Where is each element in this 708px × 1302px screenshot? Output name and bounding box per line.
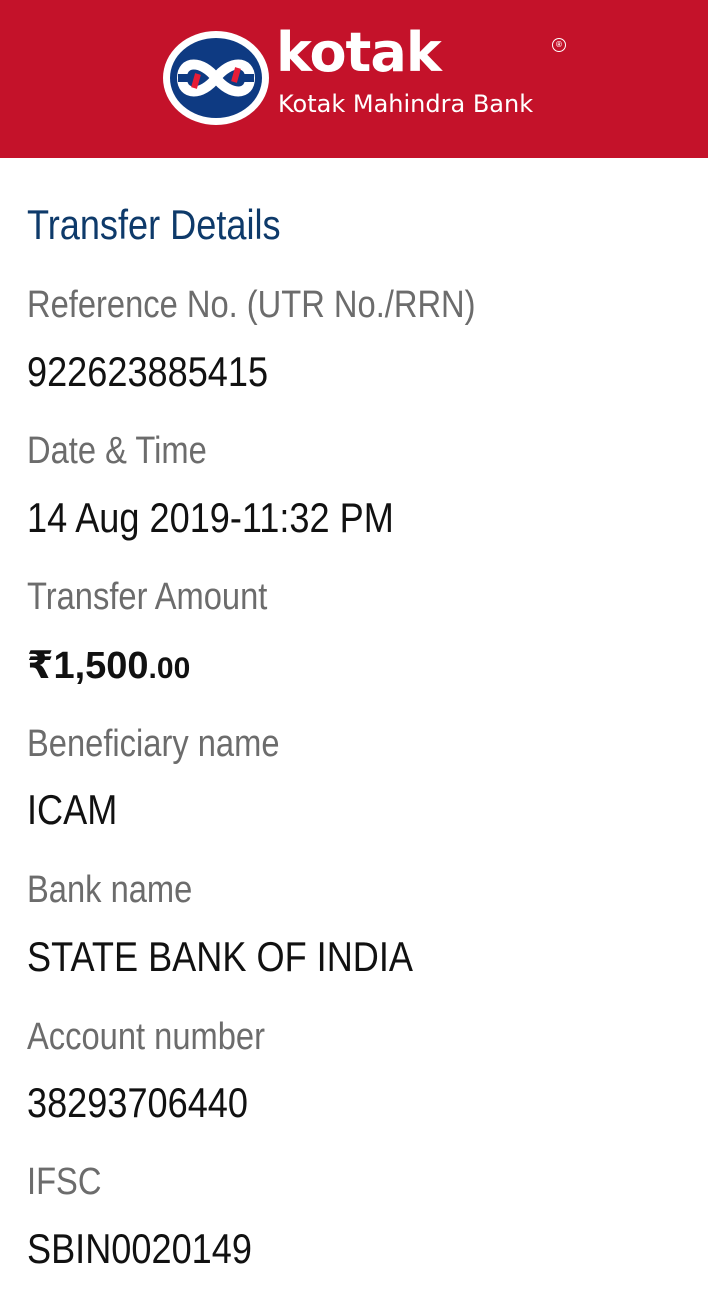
currency-symbol: ₹: [27, 645, 54, 687]
amount-main: 1,500: [53, 645, 149, 687]
logo-wordmark: kotak ® Kotak Mahindra Bank: [276, 26, 566, 126]
registered-mark: ®: [552, 38, 566, 52]
reference-label: Reference No. (UTR No./RRN): [27, 284, 476, 326]
section-title: Transfer Details: [27, 201, 281, 248]
ifsc-label: IFSC: [27, 1161, 102, 1203]
app-header: kotak ® Kotak Mahindra Bank: [0, 0, 708, 158]
reference-value: 922623885415: [27, 348, 269, 395]
datetime-value: 14 Aug 2019-11:32 PM: [27, 494, 394, 541]
brand-name: kotak: [276, 21, 442, 84]
transfer-amount: ₹1,500.00: [27, 642, 190, 698]
datetime-label: Date & Time: [27, 430, 207, 472]
kotak-logo: kotak ® Kotak Mahindra Bank: [162, 26, 566, 126]
account-value: 38293706440: [27, 1079, 248, 1126]
beneficiary-value: ICAM: [27, 786, 118, 833]
brand-subtitle: Kotak Mahindra Bank: [278, 90, 534, 118]
account-label: Account number: [27, 1016, 265, 1058]
beneficiary-label: Beneficiary name: [27, 723, 280, 765]
amount-paise: .00: [148, 652, 191, 685]
kotak-infinity-logo-icon: [163, 31, 269, 125]
bank-label: Bank name: [27, 869, 193, 911]
ifsc-value: SBIN0020149: [27, 1225, 252, 1272]
bank-value: STATE BANK OF INDIA: [27, 933, 414, 980]
amount-label: Transfer Amount: [27, 576, 268, 618]
